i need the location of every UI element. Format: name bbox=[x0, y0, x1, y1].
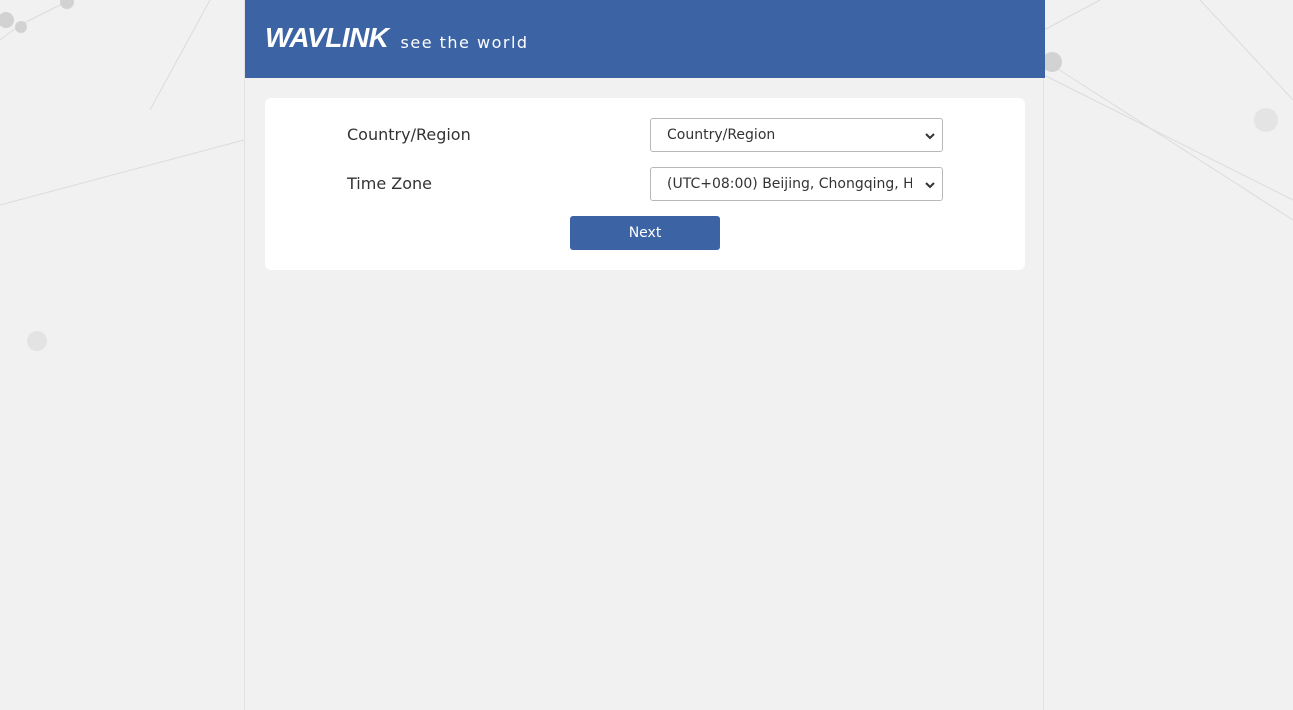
country-row: Country/Region Country/Region bbox=[347, 118, 943, 152]
chevron-down-icon bbox=[925, 182, 935, 189]
country-select[interactable]: Country/Region bbox=[650, 118, 943, 152]
setup-card: Country/Region Country/Region Time Zone … bbox=[265, 98, 1025, 270]
header-bar: WAVLINK see the world bbox=[245, 0, 1045, 78]
country-label: Country/Region bbox=[347, 125, 471, 144]
setup-page: WAVLINK see the world Country/Region Cou… bbox=[244, 0, 1045, 710]
timezone-select[interactable]: (UTC+08:00) Beijing, Chongqing, Hong Kon… bbox=[650, 167, 943, 201]
logo-tagline: see the world bbox=[400, 33, 529, 52]
chevron-down-icon bbox=[925, 133, 935, 140]
brand-logo: WAVLINK see the world bbox=[265, 22, 529, 53]
timezone-row: Time Zone (UTC+08:00) Beijing, Chongqing… bbox=[347, 167, 943, 201]
timezone-select-value: (UTC+08:00) Beijing, Chongqing, Hong Kon… bbox=[667, 176, 912, 192]
country-select-value: Country/Region bbox=[667, 127, 776, 143]
logo-wordmark: WAVLINK bbox=[265, 22, 389, 53]
timezone-label: Time Zone bbox=[347, 174, 432, 193]
next-button[interactable]: Next bbox=[570, 216, 720, 250]
